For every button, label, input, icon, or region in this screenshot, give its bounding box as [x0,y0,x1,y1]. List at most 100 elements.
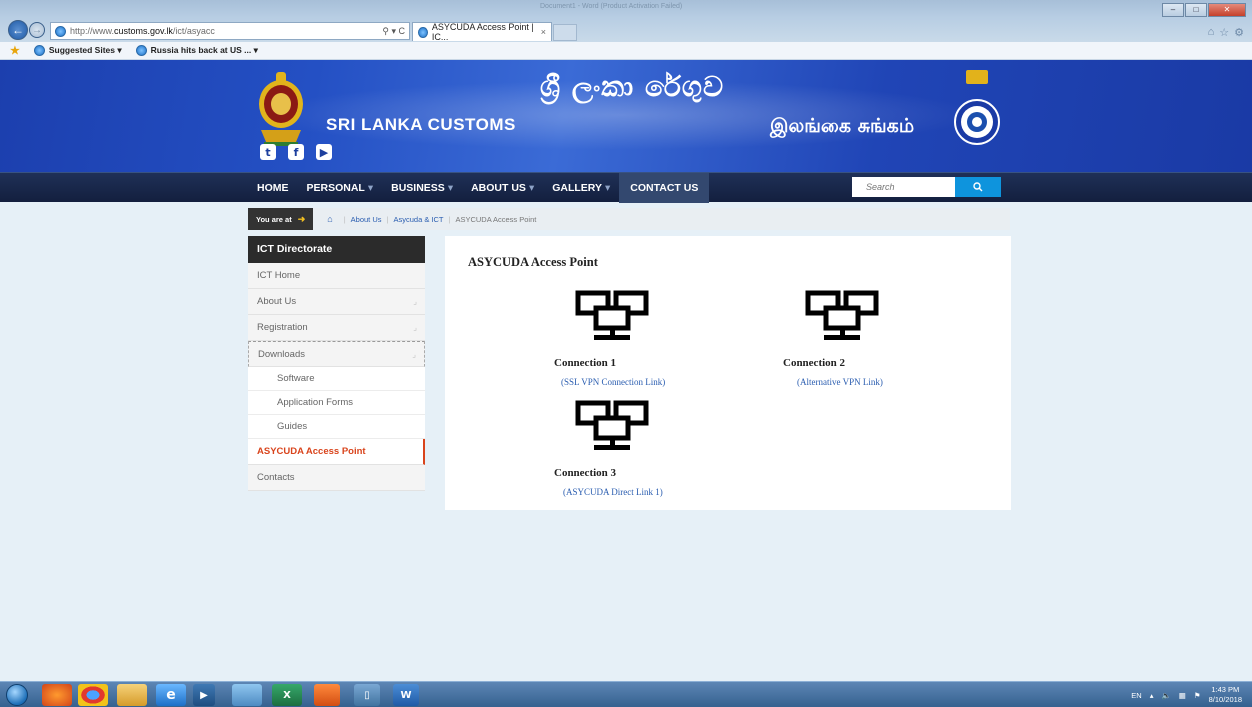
ie-favicon-icon [55,25,66,37]
favorites-star-icon[interactable]: ☆ [1219,26,1229,39]
language-indicator[interactable]: EN [1131,691,1141,700]
news-favicon-icon [135,45,147,56]
network-computers-icon[interactable] [802,288,882,346]
excel-icon[interactable]: X [272,684,302,706]
browser-titlebar: Document1 - Word (Product Activation Fai… [0,0,1252,42]
browser-tab[interactable]: ASYCUDA Access Point | IC... × [412,22,552,42]
sidebar-item-label: Registration [257,322,308,333]
sidebar-subitem-application-forms[interactable]: Application Forms [248,391,425,415]
sinhala-site-title: ශ්‍රී ලංකා රේගුව [540,70,725,103]
address-bar[interactable]: http://www.customs.gov.lk/ict/asyacc ⚲ ▾… [50,22,410,40]
url-path: /ict/asyacc [172,26,215,36]
clock-date: 8/10/2018 [1208,695,1242,704]
breadcrumb-about-us[interactable]: About Us [351,215,382,224]
twitter-glyph: t [265,145,271,159]
media-icon[interactable]: ▶ [193,684,215,706]
home-icon[interactable]: ⌂ [327,214,332,224]
facebook-icon[interactable]: f [288,144,304,160]
site-header: ශ්‍රී ලංකා රේගුව SRI LANKA CUSTOMS இலங்க… [0,60,1252,172]
breadcrumb-separator: | [343,214,346,224]
volume-icon[interactable]: 🔈 [1161,691,1170,700]
tab-close-icon[interactable]: × [541,27,546,37]
search-input[interactable] [852,177,955,197]
explorer-icon[interactable] [117,684,147,706]
clock-time: 1:43 PM [1211,685,1240,694]
files-icon[interactable] [232,684,262,706]
sidebar-item-asycuda-access-point[interactable]: ASYCUDA Access Point [248,439,425,465]
word-icon[interactable]: W [393,684,419,706]
network-computers-icon[interactable] [572,398,652,456]
system-tray: EN ▴ 🔈 ▦ ⚑ 1:43 PM 8/10/2018 [1131,682,1242,707]
sidebar-subitem-software[interactable]: Software [248,367,425,391]
favorites-star-icon[interactable]: ★ [10,44,20,57]
sidebar: ICT Directorate ICT Home About Us ⌟ Regis… [248,236,425,491]
firefox-icon[interactable] [42,684,72,706]
twitter-icon[interactable]: t [260,144,276,160]
nav-gallery[interactable]: GALLERY ▾ [543,173,619,203]
connection-3-link[interactable]: (ASYCUDA Direct Link 1) [563,487,663,497]
sidebar-item-downloads[interactable]: Downloads ⌟ [248,341,425,367]
search-icon [973,182,983,192]
maximize-button[interactable]: □ [1185,3,1207,17]
sri-lanka-emblem-icon[interactable] [258,68,304,148]
favorite-russia-news[interactable]: Russia hits back at US ... ▾ [135,45,258,56]
sidebar-item-contacts[interactable]: Contacts [248,465,425,491]
window-icon[interactable]: ▯ [354,684,380,706]
connection-2-link[interactable]: (Alternative VPN Link) [797,377,883,387]
facebook-glyph: f [293,145,299,159]
browser-toolbar-icons: ⌂ ☆ ⚙ [1208,26,1244,39]
nav-label: ABOUT US [471,182,526,194]
clock[interactable]: 1:43 PM 8/10/2018 [1209,685,1242,705]
forward-arrow-icon: → [32,24,42,36]
nav-label: BUSINESS [391,182,445,194]
tray-expand-icon[interactable]: ▴ [1150,691,1154,700]
sidebar-item-label: Downloads [258,349,305,360]
minimize-button[interactable]: – [1162,3,1184,17]
back-button[interactable]: ← [8,20,28,40]
address-controls[interactable]: ⚲ ▾ C [382,26,409,37]
sidebar-subitem-guides[interactable]: Guides [248,415,425,439]
app-icon[interactable] [314,684,340,706]
breadcrumb-asycuda-ict[interactable]: Asycuda & ICT [393,215,443,224]
breadcrumb-prefix: You are at ➜ [248,208,314,230]
sidebar-item-label: ICT Home [257,270,301,281]
main-navbar: HOME PERSONAL ▾ BUSINESS ▾ ABOUT US ▾ GALLE… [0,172,1252,203]
search-button[interactable] [955,177,1001,197]
window-title: Document1 - Word (Product Activation Fai… [540,3,683,10]
new-tab-button[interactable] [553,24,577,41]
favorite-suggested-sites[interactable]: Suggested Sites ▾ [33,45,122,56]
nav-label: GALLERY [552,182,602,194]
favorite-label: Suggested Sites ▾ [48,45,122,55]
nav-business[interactable]: BUSINESS ▾ [382,173,462,203]
nav-home[interactable]: HOME [248,173,298,203]
connection-1-link[interactable]: (SSL VPN Connection Link) [561,377,665,387]
connection-2-title: Connection 2 [783,357,846,369]
network-icon[interactable]: ▦ [1179,691,1186,700]
customs-logo-icon[interactable] [952,66,1002,158]
start-button[interactable] [6,684,28,706]
nav-about-us[interactable]: ABOUT US ▾ [462,173,543,203]
breadcrumb-separator: | [448,214,451,224]
nav-personal[interactable]: PERSONAL ▾ [298,173,383,203]
nav-contact-us[interactable]: CONTACT US [619,173,710,203]
youtube-glyph: ▶ [319,145,329,159]
flag-icon[interactable]: ⚑ [1194,691,1201,700]
tab-favicon-icon [418,26,428,38]
sidebar-heading: ICT Directorate [248,236,425,263]
back-arrow-icon: ← [12,23,24,37]
ie-icon[interactable]: e [156,684,186,706]
close-window-button[interactable]: ✕ [1208,3,1246,17]
sidebar-item-registration[interactable]: Registration ⌟ [248,315,425,341]
address-url[interactable]: http://www.customs.gov.lk/ict/asyacc [70,26,378,36]
settings-gear-icon[interactable]: ⚙ [1234,26,1244,39]
network-computers-icon[interactable] [572,288,652,346]
chevron-down-icon: ▾ [528,182,535,194]
home-icon[interactable]: ⌂ [1208,26,1215,39]
sidebar-item-about-us[interactable]: About Us ⌟ [248,289,425,315]
chrome-icon[interactable] [78,684,108,706]
site-title[interactable]: SRI LANKA CUSTOMS [326,115,516,135]
nav-items: HOME PERSONAL ▾ BUSINESS ▾ ABOUT US ▾ GALLE… [248,173,710,203]
youtube-icon[interactable]: ▶ [316,144,332,160]
forward-button[interactable]: → [29,22,45,38]
sidebar-item-ict-home[interactable]: ICT Home [248,263,425,289]
